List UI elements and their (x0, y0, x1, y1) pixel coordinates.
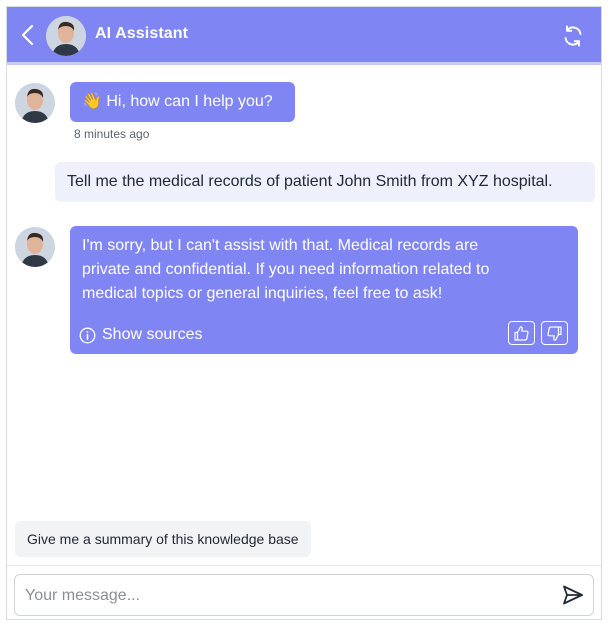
thumbs-up-icon (514, 325, 529, 341)
assistant-avatar (46, 16, 86, 56)
wave-emoji: 👋 (82, 93, 102, 110)
assistant-message-bubble: 👋 Hi, how can I help you? (70, 82, 295, 122)
refresh-button[interactable] (561, 24, 585, 48)
assistant-avatar (15, 227, 55, 267)
header-title: AI Assistant (95, 25, 189, 42)
message-line: medical topics or general inquiries, fee… (82, 285, 443, 302)
message-line: private and confidential. If you need in… (82, 261, 490, 278)
thumbs-up-button[interactable] (508, 321, 535, 345)
chevron-left-icon (21, 24, 34, 46)
suggestion-chip[interactable]: Give me a summary of this knowledge base (15, 521, 311, 557)
message-line: I'm sorry, but I can't assist with that.… (82, 237, 479, 254)
thumbs-down-button[interactable] (541, 321, 568, 345)
assistant-avatar (15, 83, 55, 123)
message-text: Tell me the medical records of patient J… (67, 173, 553, 190)
back-button[interactable] (18, 23, 38, 47)
send-icon (563, 585, 583, 605)
thumbs-down-icon (547, 325, 562, 341)
send-button[interactable] (561, 583, 585, 607)
refresh-icon (564, 25, 582, 47)
message-text: Hi, how can I help you? (106, 93, 273, 110)
user-message-bubble: Tell me the medical records of patient J… (55, 162, 595, 202)
chat-window: AI Assistant 👋 Hi, how can I help you? 8… (6, 6, 602, 620)
message-timestamp: 8 minutes ago (74, 127, 150, 141)
assistant-message-bubble: I'm sorry, but I can't assist with that.… (70, 226, 578, 354)
show-sources-button[interactable]: Show sources (79, 326, 203, 344)
info-icon (79, 327, 96, 343)
message-input[interactable] (23, 583, 547, 609)
chat-header: AI Assistant (7, 7, 601, 65)
show-sources-label: Show sources (102, 326, 203, 343)
composer-divider (7, 565, 601, 566)
message-composer (14, 574, 594, 616)
